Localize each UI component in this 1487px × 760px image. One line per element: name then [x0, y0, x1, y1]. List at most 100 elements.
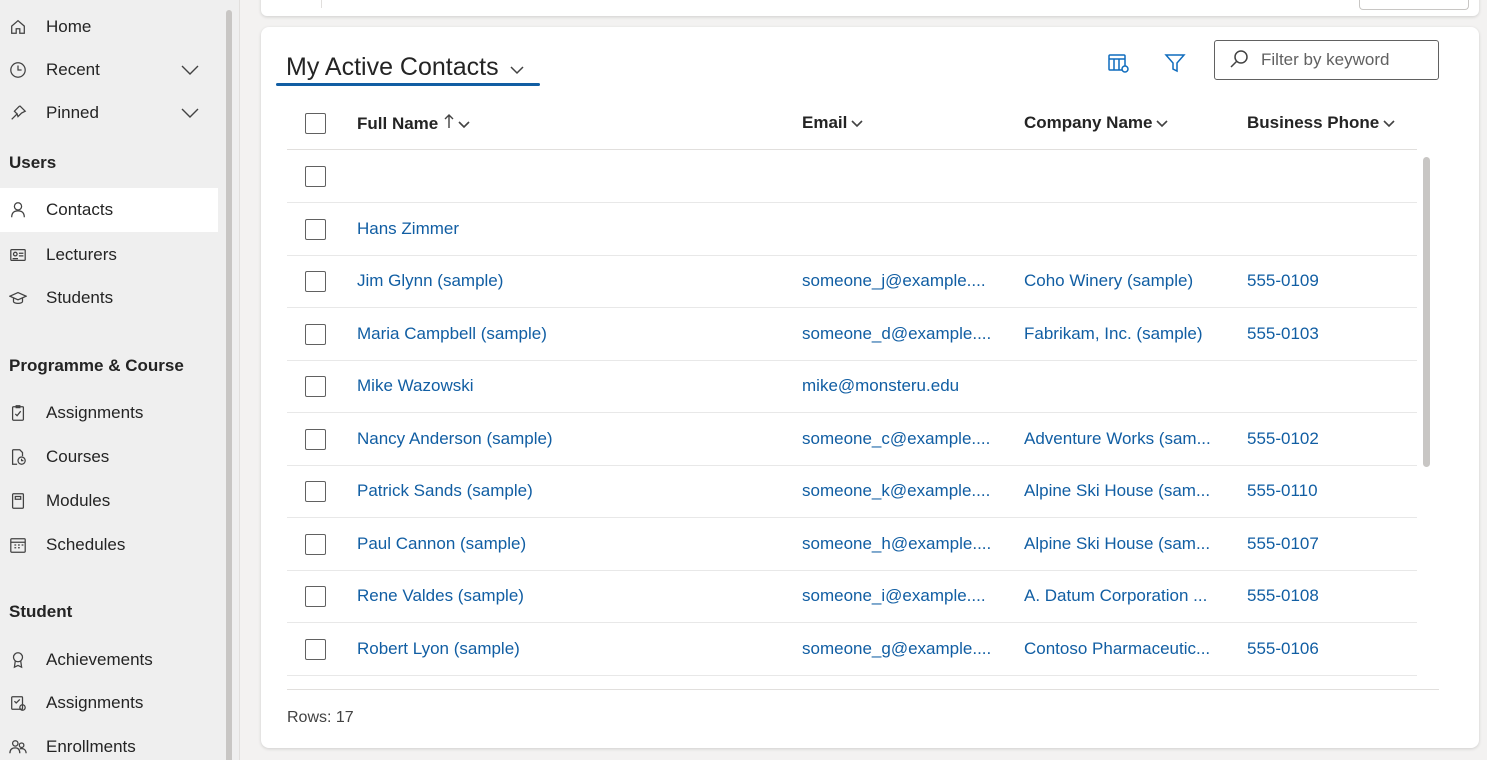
cell-company-name[interactable]: A. Datum Corporation ... [1024, 570, 1224, 622]
row-checkbox[interactable] [305, 323, 326, 345]
sidebar-item-courses[interactable]: Courses [0, 435, 218, 479]
command-button[interactable] [1359, 0, 1469, 10]
table-row[interactable]: Maria Campbell (sample) someone_d@example… [287, 308, 1417, 361]
cell-full-name[interactable]: Nancy Anderson (sample) [357, 413, 777, 465]
column-header-business-phone[interactable]: Business Phone [1247, 113, 1395, 133]
table-row[interactable]: Mike Wazowski mike@monsteru.edu [287, 360, 1417, 413]
search-box[interactable] [1214, 40, 1439, 80]
column-header-full-name[interactable]: Full Name [357, 113, 470, 134]
row-checkbox[interactable] [305, 166, 326, 187]
cell-full-name[interactable]: Jim Glynn (sample) [357, 255, 777, 307]
cell-company-name[interactable]: Fabrikam, Inc. (sample) [1024, 308, 1224, 360]
row-checkbox[interactable] [305, 271, 326, 292]
cell-business-phone[interactable] [1247, 203, 1407, 255]
cell-full-name[interactable]: Hans Zimmer [357, 203, 777, 255]
cell-full-name[interactable]: Robert Lyon (sample) [357, 623, 777, 675]
sidebar-item-enrollments[interactable]: Enrollments [0, 725, 218, 760]
edit-columns-icon[interactable] [1107, 51, 1131, 75]
table-row[interactable]: Rene Valdes (sample) someone_i@example...… [287, 570, 1417, 623]
cell-email[interactable]: someone_j@example.... [802, 255, 1002, 307]
grid-header-row: Full Name Email Company Name Business Ph… [287, 97, 1417, 150]
sidebar-item-schedules[interactable]: Schedules [0, 523, 218, 567]
column-header-email[interactable]: Email [802, 113, 863, 133]
row-checkbox[interactable] [305, 586, 326, 607]
grid-scrollbar[interactable] [1423, 157, 1430, 467]
table-row[interactable]: Nancy Anderson (sample) someone_c@example… [287, 413, 1417, 466]
cell-full-name[interactable] [357, 150, 777, 202]
cell-email[interactable]: someone_i@example.... [802, 570, 1002, 622]
sidebar-item-pinned[interactable]: Pinned [0, 91, 218, 135]
cell-company-name[interactable]: Contoso Pharmaceutic... [1024, 623, 1224, 675]
table-row[interactable]: Jim Glynn (sample) someone_j@example.... C… [287, 255, 1417, 308]
sidebar-item-assignments[interactable]: Assignments [0, 391, 218, 435]
cell-business-phone[interactable]: 555-0106 [1247, 623, 1407, 675]
cell-business-phone[interactable]: 555-0108 [1247, 570, 1407, 622]
table-row[interactable]: Robert Lyon (sample) someone_g@example...… [287, 623, 1417, 676]
cell-email[interactable]: someone_h@example.... [802, 518, 1002, 570]
cell-full-name[interactable]: Patrick Sands (sample) [357, 465, 777, 517]
table-row[interactable]: Paul Cannon (sample) someone_h@example...… [287, 518, 1417, 571]
cell-email[interactable]: someone_c@example.... [802, 413, 1002, 465]
cell-company-name[interactable] [1024, 150, 1224, 202]
sidebar-item-label: Students [46, 288, 114, 307]
cell-email[interactable] [802, 150, 1002, 202]
cell-company-name[interactable] [1024, 360, 1224, 412]
cell-email[interactable] [802, 203, 1002, 255]
column-header-company-name[interactable]: Company Name [1024, 113, 1169, 133]
cell-company-name[interactable]: Coho Winery (sample) [1024, 255, 1224, 307]
cell-company-name[interactable]: Adventure Works (sam... [1024, 413, 1224, 465]
view-selector[interactable]: My Active Contacts [286, 47, 525, 87]
search-icon [1229, 49, 1251, 71]
person-icon [8, 200, 28, 220]
row-checkbox[interactable] [305, 533, 326, 555]
cell-email[interactable]: someone_d@example.... [802, 308, 1002, 360]
cell-business-phone[interactable]: 555-0103 [1247, 308, 1407, 360]
chevron-down-icon [509, 54, 525, 83]
sidebar-item-contacts[interactable]: Contacts [0, 188, 218, 232]
row-checkbox[interactable] [305, 218, 326, 240]
cell-full-name[interactable]: Paul Cannon (sample) [357, 518, 777, 570]
table-row[interactable]: Hans Zimmer [287, 203, 1417, 256]
cell-email[interactable]: someone_g@example.... [802, 623, 1002, 675]
sidebar-item-students[interactable]: Students [0, 276, 218, 320]
cell-email[interactable]: someone_k@example.... [802, 465, 1002, 517]
divider [287, 689, 1439, 690]
cell-company-name[interactable]: Alpine Ski House (sam... [1024, 465, 1224, 517]
cell-full-name[interactable]: Maria Campbell (sample) [357, 308, 777, 360]
row-checkbox[interactable] [305, 428, 326, 450]
cell-full-name[interactable]: Rene Valdes (sample) [357, 570, 777, 622]
cell-business-phone[interactable]: 555-0110 [1247, 465, 1407, 517]
sidebar-item-achievements[interactable]: Achievements [0, 638, 218, 682]
section-title-users: Users [9, 153, 57, 172]
sidebar-item-label: Courses [46, 447, 110, 466]
chevron-down-icon[interactable] [180, 62, 200, 78]
cell-email[interactable]: mike@monsteru.edu [802, 360, 1002, 412]
row-checkbox[interactable] [305, 481, 326, 502]
cell-business-phone[interactable] [1247, 360, 1407, 412]
cell-business-phone[interactable]: 555-0109 [1247, 255, 1407, 307]
sidebar-item-label: Home [46, 17, 92, 36]
sidebar-item-modules[interactable]: Modules [0, 479, 218, 523]
cell-full-name[interactable]: Mike Wazowski [357, 360, 777, 412]
cell-business-phone[interactable]: 555-0107 [1247, 518, 1407, 570]
table-row[interactable]: Patrick Sands (sample) someone_k@example.… [287, 465, 1417, 518]
chevron-down-icon [1156, 113, 1169, 133]
row-checkbox[interactable] [305, 638, 326, 660]
filter-icon[interactable] [1163, 51, 1187, 75]
table-row[interactable] [287, 150, 1417, 203]
row-checkbox[interactable] [305, 376, 326, 397]
search-input[interactable] [1261, 50, 1431, 70]
ribbon-icon [8, 650, 28, 670]
cell-business-phone[interactable]: 555-0102 [1247, 413, 1407, 465]
sidebar-item-recent[interactable]: Recent [0, 48, 218, 92]
book-icon [8, 491, 28, 511]
sidebar-item-home[interactable]: Home [0, 5, 218, 49]
chevron-down-icon[interactable] [180, 105, 200, 121]
sidebar-item-student-assignments[interactable]: Assignments [0, 681, 218, 725]
sidebar-item-lecturers[interactable]: Lecturers [0, 233, 218, 277]
cell-company-name[interactable]: Alpine Ski House (sam... [1024, 518, 1224, 570]
cell-business-phone[interactable] [1247, 150, 1407, 202]
sidebar-scrollbar[interactable] [226, 10, 232, 760]
cell-company-name[interactable] [1024, 203, 1224, 255]
select-all-checkbox[interactable] [305, 113, 326, 134]
